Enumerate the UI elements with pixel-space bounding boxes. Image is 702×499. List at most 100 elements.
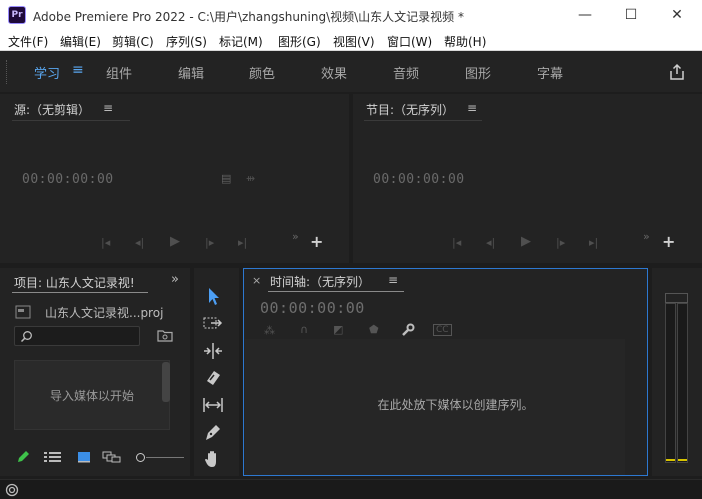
project-file-icon [15,305,31,319]
status-bar [0,479,702,499]
list-view-icon[interactable] [44,451,62,463]
menu-bar: 文件(F) 编辑(E) 剪辑(C) 序列(S) 标记(M) 图形(G) 视图(V… [0,31,702,51]
source-monitor-panel: 源:（无剪辑） ≡ 00:00:00:00 ▤ ⇻ |◂ ◂| ▶ |▸ ▸| … [0,94,349,263]
mark-in-icon[interactable]: |◂ [101,236,110,249]
timeline-title: 时间轴:（无序列） [270,275,371,289]
more-controls-icon[interactable]: » [292,230,299,243]
tab-underline [268,291,404,292]
add-marker-icon[interactable]: ⬟ [369,323,379,336]
timeline-panel: × 时间轴:（无序列） ≡ 00:00:00:00 ⁂ ∩ ◩ ⬟ CC 在此处… [243,268,648,476]
import-hint: 导入媒体以开始 [49,389,134,403]
menu-graphics[interactable]: 图形(G) [278,33,321,50]
menu-view[interactable]: 视图(V) [333,33,375,50]
workspace-audio[interactable]: 音频 [393,63,419,82]
maximize-button[interactable]: ☐ [608,0,654,31]
mark-out-icon[interactable]: ▸| [589,236,598,249]
tab-underline [364,120,482,121]
menu-help[interactable]: 帮助(H) [444,33,486,50]
workspace-color[interactable]: 颜色 [249,63,275,82]
premiere-app-icon: Pr [8,6,26,24]
add-button-icon[interactable]: + [310,232,323,251]
pencil-icon[interactable] [16,450,30,464]
ripple-edit-tool-icon[interactable] [202,340,224,362]
expand-panels-icon[interactable]: » [171,272,179,287]
meter-right-channel [677,303,688,463]
workspace-effects[interactable]: 效果 [321,63,347,82]
close-button[interactable]: ✕ [654,0,700,31]
source-menu-icon[interactable]: ≡ [103,101,113,115]
grip-handle[interactable] [6,60,8,84]
close-tab-icon[interactable]: × [252,274,261,287]
selection-tool-icon[interactable] [202,285,224,307]
timeline-timecode[interactable]: 00:00:00:00 [260,299,365,317]
meter-level-right [678,459,687,461]
workspace-captions[interactable]: 字幕 [537,63,563,82]
menu-sequence[interactable]: 序列(S) [166,33,207,50]
share-icon[interactable] [668,63,686,81]
slip-tool-icon[interactable] [202,394,224,416]
more-controls-icon[interactable]: » [643,230,650,243]
program-title: 节目:（无序列） [366,103,455,117]
razor-tool-icon[interactable] [202,367,224,389]
menu-edit[interactable]: 编辑(E) [60,33,101,50]
workspace-learn[interactable]: 学习 [34,63,60,82]
import-media-area[interactable]: 导入媒体以开始 [14,360,170,430]
program-menu-icon[interactable]: ≡ [467,101,477,115]
program-timecode[interactable]: 00:00:00:00 [373,172,465,187]
play-icon[interactable]: ▶ [170,234,180,249]
new-bin-icon[interactable] [157,329,173,342]
project-file-name[interactable]: 山东人文记录视...proj [45,304,163,321]
creative-cloud-icon[interactable] [5,483,19,497]
project-title: 项目: 山东人文记录视! [14,276,135,290]
pen-tool-icon[interactable] [202,421,224,443]
drag-video-icon[interactable]: ▤ [221,172,231,185]
track-select-tool-icon[interactable] [202,313,224,335]
workspace-menu-icon[interactable]: ≡ [72,62,84,78]
search-icon [20,331,32,343]
window-title: Adobe Premiere Pro 2022 - C:\用户\zhangshu… [33,10,464,24]
audio-meters-panel [652,268,702,476]
minimize-button[interactable]: — [562,0,608,31]
step-forward-icon[interactable]: |▸ [556,236,565,249]
workspace-graphics[interactable]: 图形 [465,63,491,82]
step-forward-icon[interactable]: |▸ [205,236,214,249]
icon-view-icon[interactable] [77,451,91,463]
hand-tool-icon[interactable] [202,448,224,470]
timeline-menu-icon[interactable]: ≡ [388,273,398,287]
workspace-editing[interactable]: 编辑 [178,63,204,82]
nest-icon[interactable]: ⁂ [264,324,275,337]
meter-level-left [666,459,675,461]
menu-clip[interactable]: 剪辑(C) [112,33,154,50]
snap-magnet-icon[interactable]: ∩ [300,323,308,336]
menu-marker[interactable]: 标记(M) [219,33,263,50]
step-back-icon[interactable]: ◂| [135,236,144,249]
tab-underline [12,120,130,121]
workspace-bar: 学习 ≡ 组件 编辑 颜色 效果 音频 图形 字幕 [0,51,702,92]
scrollbar[interactable] [162,362,170,402]
zoom-slider-track[interactable] [146,457,184,458]
freeform-view-icon[interactable] [102,451,122,463]
step-back-icon[interactable]: ◂| [486,236,495,249]
mark-out-icon[interactable]: ▸| [238,236,247,249]
project-panel: 项目: 山东人文记录视! » 山东人文记录视...proj 导入媒体以开始 [0,268,190,476]
menu-file[interactable]: 文件(F) [8,33,48,50]
captions-icon[interactable]: CC [433,324,452,336]
workspace-assembly[interactable]: 组件 [106,63,132,82]
menu-window[interactable]: 窗口(W) [387,33,432,50]
zoom-slider-handle[interactable] [136,453,145,462]
add-button-icon[interactable]: + [662,232,675,251]
linked-selection-icon[interactable]: ◩ [333,323,343,336]
mark-in-icon[interactable]: |◂ [452,236,461,249]
source-title: 源:（无剪辑） [14,103,91,117]
source-timecode[interactable]: 00:00:00:00 [22,172,114,187]
play-icon[interactable]: ▶ [521,234,531,249]
program-monitor-panel: 节目:（无序列） ≡ 00:00:00:00 |◂ ◂| ▶ |▸ ▸| » + [353,94,702,263]
tab-underline [12,292,148,293]
meter-left-channel [665,303,676,463]
title-bar: Pr Adobe Premiere Pro 2022 - C:\用户\zhang… [0,0,702,31]
drag-audio-icon[interactable]: ⇻ [246,172,255,185]
tools-panel [194,268,239,476]
project-search-input[interactable] [14,326,140,346]
meter-header [665,293,688,303]
wrench-icon[interactable] [401,323,415,337]
